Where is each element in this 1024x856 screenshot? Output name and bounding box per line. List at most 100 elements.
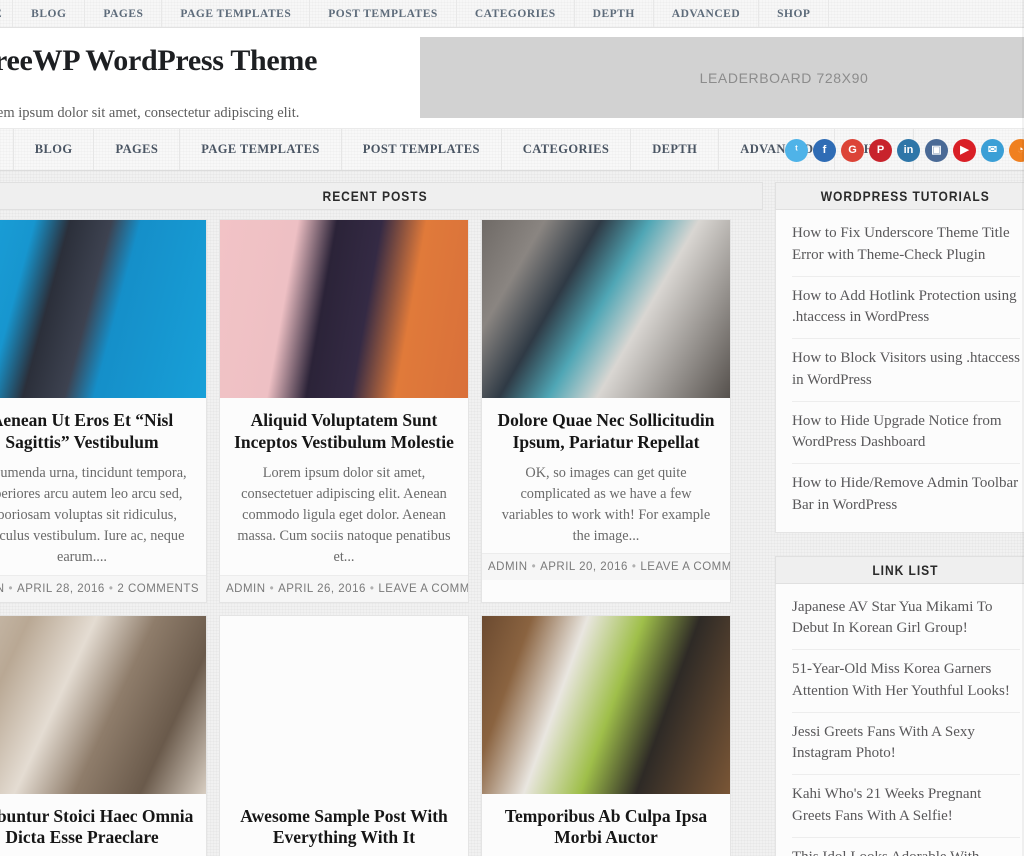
post-title[interactable]: Aliquid Voluptatem Sunt Inceptos Vestibu… (231, 410, 457, 454)
google-plus-icon[interactable]: G (841, 138, 864, 162)
content-area: RECENT POSTS Aenean Ut Eros Et “Nisl Sag… (0, 171, 1024, 856)
leaderboard-ad-placeholder[interactable]: LEADERBOARD 728X90 (420, 37, 1024, 118)
widget-list-item[interactable]: How to Block Visitors using .htaccess in… (792, 339, 1020, 402)
post-card-body: Aliquid Voluptatem Sunt Inceptos Vestibu… (220, 398, 468, 575)
recent-posts-heading: RECENT POSTS (0, 182, 763, 210)
sidebar: WORDPRESS TUTORIALS How to Fix Underscore… (775, 171, 1024, 856)
main-nav-home[interactable]: E (0, 129, 14, 170)
widget-list-item[interactable]: How to Hide/Remove Admin Toolbar Bar in … (792, 464, 1020, 526)
post-card[interactable]: Awesome Sample Post With Everything With… (219, 614, 469, 856)
post-card-body: Utebuntur Stoici Haec Omnia Dicta Esse P… (0, 794, 206, 856)
widget-title-label: WORDPRESS TUTORIALS (820, 188, 990, 204)
post-card-body: Dolore Quae Nec Sollicitudin Ipsum, Pari… (482, 398, 730, 553)
main-nav-pages[interactable]: PAGES (94, 129, 181, 170)
post-card[interactable]: Aenean Ut Eros Et “Nisl Sagittis” Vestib… (0, 219, 207, 603)
post-grid: Aenean Ut Eros Et “Nisl Sagittis” Vestib… (0, 219, 763, 856)
widget-title-label: LINK LIST (871, 561, 939, 578)
main-nav-depth[interactable]: DEPTH (631, 129, 720, 170)
leaderboard-ad-label: LEADERBOARD 728X90 (699, 69, 869, 86)
post-comments-link[interactable]: LEAVE A COMMENT (378, 583, 468, 595)
recent-posts-heading-label: RECENT POSTS (322, 188, 428, 204)
widget-body: How to Fix Underscore Theme Title Error … (775, 210, 1024, 533)
linkedin-icon[interactable]: in (897, 138, 920, 162)
post-grid-row: Utebuntur Stoici Haec Omnia Dicta Esse P… (0, 614, 763, 856)
post-date: APRIL 28, 2016 (17, 582, 105, 595)
post-thumbnail-group-selfie[interactable] (220, 616, 468, 794)
meta-separator: • (8, 582, 14, 595)
meta-separator: • (269, 582, 275, 595)
post-date: APRIL 20, 2016 (540, 561, 628, 574)
site-header: FreeWP WordPress Theme Lorem ipsum dolor… (0, 28, 1024, 129)
post-author[interactable]: ADMIN (226, 583, 266, 595)
post-title[interactable]: Temporibus Ab Culpa Ipsa Morbi Auctor (493, 806, 719, 850)
post-card[interactable]: Temporibus Ab Culpa Ipsa Morbi AuctorTac… (481, 614, 731, 856)
post-title[interactable]: Utebuntur Stoici Haec Omnia Dicta Esse P… (0, 806, 195, 850)
top-nav-categories[interactable]: CATEGORIES (457, 0, 575, 27)
post-title[interactable]: Aenean Ut Eros Et “Nisl Sagittis” Vestib… (0, 410, 195, 454)
site-title: FreeWP WordPress Theme (0, 44, 318, 77)
post-excerpt: OK, so images can get quite complicated … (501, 464, 711, 545)
widget-list-item[interactable]: Japanese AV Star Yua Mikami To Debut In … (792, 588, 1020, 650)
top-nav-pages[interactable]: PAGES (85, 0, 163, 27)
widget-list-item[interactable]: How to Fix Underscore Theme Title Error … (792, 214, 1020, 277)
facebook-icon[interactable]: f (813, 138, 836, 162)
post-thumbnail-bedroom[interactable] (0, 615, 206, 794)
widget-list-item[interactable]: 51-Year-Old Miss Korea Garners Attention… (792, 650, 1020, 713)
post-title[interactable]: Awesome Sample Post With Everything With… (231, 806, 457, 850)
meta-separator: • (531, 561, 537, 574)
widget-title: LINK LIST (775, 555, 1024, 584)
post-meta: ADMIN•APRIL 20, 2016•LEAVE A COMMENT (482, 553, 730, 581)
post-card[interactable]: Utebuntur Stoici Haec Omnia Dicta Esse P… (0, 614, 207, 856)
instagram-icon[interactable]: ▣ (925, 138, 948, 162)
post-thumbnail-laptop-desk[interactable] (482, 615, 730, 794)
main-nav-blog[interactable]: BLOG (14, 129, 95, 170)
widget-list-item[interactable]: This Idol Looks Adorable With Round Glas… (792, 838, 1020, 856)
post-grid-row: Aenean Ut Eros Et “Nisl Sagittis” Vestib… (0, 219, 763, 603)
post-comments-link[interactable]: LEAVE A COMMENT (640, 561, 730, 573)
main-nav-categories[interactable]: CATEGORIES (502, 129, 632, 170)
post-card-body: Awesome Sample Post With Everything With… (220, 794, 468, 856)
post-thumbnail-blue-door[interactable] (0, 220, 206, 398)
site-description: Lorem ipsum dolor sit amet, consectetur … (0, 105, 300, 121)
widget-list-item[interactable]: Jessi Greets Fans With A Sexy Instagram … (792, 713, 1020, 775)
post-author[interactable]: ADMIN (488, 561, 528, 573)
post-excerpt: Adsumenda urna, tincidunt tempora, super… (0, 464, 187, 566)
post-comments-link[interactable]: 2 COMMENTS (117, 583, 199, 595)
top-nav-shop[interactable]: SHOP (759, 0, 830, 27)
social-icon-list: ᵗ f G Pin ▣ ▶ ✉ ◔ (785, 129, 1024, 171)
post-thumbnail-coffee-phone[interactable] (482, 220, 730, 398)
top-navigation-bar: EBLOGPAGESPAGE TEMPLATESPOST TEMPLATESCA… (0, 0, 1024, 28)
top-nav-home[interactable]: E (0, 0, 14, 27)
main-nav-page-templates[interactable]: PAGE TEMPLATES (180, 129, 342, 170)
widget-link-list: LINK LIST Japanese AV Star Yua Mikami To … (775, 555, 1024, 856)
top-nav-depth[interactable]: DEPTH (575, 0, 654, 27)
primary-navigation-bar: EBLOGPAGESPAGE TEMPLATESPOST TEMPLATESCA… (0, 129, 1024, 171)
widget-wordpress-tutorials: WORDPRESS TUTORIALS How to Fix Underscore… (775, 182, 1024, 533)
widget-list-item[interactable]: Kahi Who's 21 Weeks Pregnant Greets Fans… (792, 775, 1020, 838)
meta-separator: • (369, 582, 375, 595)
top-nav-post-templates[interactable]: POST TEMPLATES (310, 0, 457, 27)
top-nav-advanced[interactable]: ADVANCED (654, 0, 760, 27)
post-card-body: Aenean Ut Eros Et “Nisl Sagittis” Vestib… (0, 398, 206, 575)
widget-title: WORDPRESS TUTORIALS (775, 182, 1024, 210)
post-title[interactable]: Dolore Quae Nec Sollicitudin Ipsum, Pari… (493, 410, 719, 454)
email-icon[interactable]: ✉ (981, 138, 1004, 162)
widget-list-item[interactable]: How to Hide Upgrade Notice from WordPres… (792, 402, 1020, 464)
meta-separator: • (631, 561, 637, 574)
meta-separator: • (108, 582, 114, 595)
post-card[interactable]: Dolore Quae Nec Sollicitudin Ipsum, Pari… (481, 219, 731, 603)
top-nav-blog[interactable]: BLOG (13, 0, 86, 27)
page-root: EBLOGPAGESPAGE TEMPLATESPOST TEMPLATESCA… (0, 0, 1024, 856)
post-meta: ADMIN•APRIL 26, 2016•LEAVE A COMMENT (220, 574, 468, 602)
post-thumbnail-pink-wall[interactable] (220, 220, 468, 398)
post-author[interactable]: ADMIN (0, 583, 5, 595)
post-meta: ADMIN•APRIL 28, 2016•2 COMMENTS (0, 574, 206, 602)
main-nav-post-templates[interactable]: POST TEMPLATES (342, 129, 502, 170)
twitter-icon[interactable]: ᵗ (785, 138, 808, 162)
pinterest-icon[interactable]: P (869, 138, 892, 162)
post-date: APRIL 26, 2016 (278, 582, 366, 595)
youtube-icon[interactable]: ▶ (953, 138, 976, 162)
widget-list-item[interactable]: How to Add Hotlink Protection using .hta… (792, 277, 1020, 339)
top-nav-page-templates[interactable]: PAGE TEMPLATES (162, 0, 311, 27)
post-card[interactable]: Aliquid Voluptatem Sunt Inceptos Vestibu… (219, 219, 469, 603)
